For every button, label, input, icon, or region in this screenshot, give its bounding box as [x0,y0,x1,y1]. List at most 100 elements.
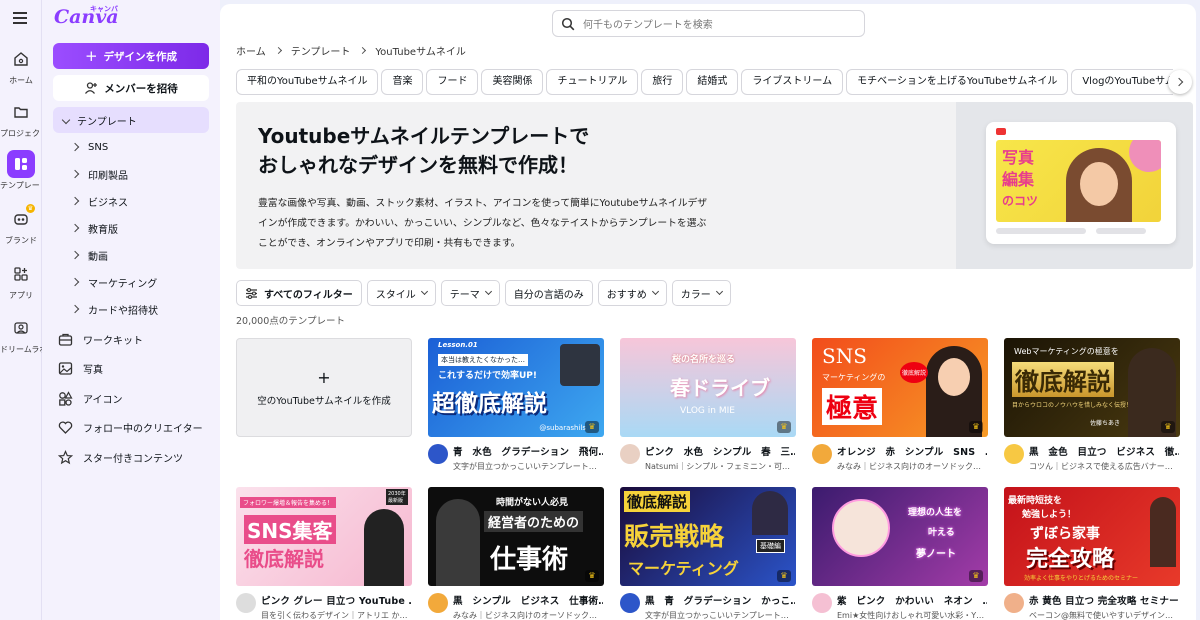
template-thumbnail[interactable]: Lesson.01 本当は教えたくなかった… これするだけで効率UP! 超徹底解… [428,338,604,437]
template-card[interactable]: フォロワー爆増＆報告を集める！ 2030年最新版 SNS集客 徹底解説 ピンク … [236,487,412,620]
chip-vlog[interactable]: VlogのYouTubeサムネイル [1071,69,1173,95]
rail-item-projects[interactable]: プロジェクト [0,98,42,139]
creator-avatar[interactable] [1004,593,1024,613]
template-card[interactable]: 理想の人生を 叶える 夢ノート ♛ 紫 ピンク かわいい ネオン … Emi★女性… [812,487,988,620]
card-creator[interactable]: ベーコン@無料で使いやすいデザイン… [1029,610,1179,620]
chip-travel[interactable]: 旅行 [641,69,684,95]
rail-item-brand[interactable]: ♛ ブランド [0,204,42,246]
card-creator[interactable]: みなみ｜ビジネス向けのオーソドック… [453,610,603,620]
filter-color[interactable]: カラー [671,280,731,306]
template-thumbnail[interactable]: 桜の名所を巡る 春ドライブ VLOG in MIE ♛ [620,338,796,437]
template-card[interactable]: Webマーケティングの極意を 徹底解説 目からウロコのノウハウを惜しみなく伝授！… [1004,338,1180,472]
thumb-text: 春ドライブ [670,376,770,400]
pink-shape [1129,140,1161,172]
template-thumbnail[interactable]: 徹底解説 販売戦略 マーケティング 基礎編 ♛ [620,487,796,586]
filter-my-language[interactable]: 自分の言語のみ [504,280,593,306]
template-thumbnail[interactable]: 時間がない人必見 経営者のための 仕事術 ♛ [428,487,604,586]
create-design-button[interactable]: + デザインを作成 [53,43,209,69]
chevron-down-icon [715,287,723,296]
sidebar-item-starred[interactable]: スター付きコンテンツ [58,446,183,468]
creator-avatar[interactable] [812,444,832,464]
card-title: 青 水色 グラデーション 飛何… [453,447,603,458]
creator-avatar[interactable] [236,593,256,613]
chip-livestream[interactable]: ライブストリーム [741,69,844,95]
card-meta: 黒 金色 目立つ ビジネス 徹… コツん｜ビジネスで使える広告バナー… [1004,444,1180,472]
breadcrumb-templates[interactable]: テンプレート [291,43,351,58]
category-chips: 平和のYouTubeサムネイル 音楽 フード 美容関係 チュートリアル 旅行 結婚式 ライブス… [236,69,1173,97]
card-creator[interactable]: コツん｜ビジネスで使える広告バナー… [1029,461,1179,472]
star-icon [58,449,73,464]
premium-crown-icon: ♛ [777,570,791,582]
filter-label: テーマ [449,289,480,301]
template-card[interactable]: Lesson.01 本当は教えたくなかった… これするだけで効率UP! 超徹底解… [428,338,604,472]
rail-item-templates[interactable]: テンプレート [0,150,42,191]
creator-avatar[interactable] [428,593,448,613]
creator-avatar[interactable] [620,444,640,464]
chip-motivation[interactable]: モチベーションを上げるYouTubeサムネイル [846,69,1069,95]
sidebar-item-templates[interactable]: テンプレート [53,107,209,133]
card-creator[interactable]: みなみ｜ビジネス向けのオーソドック… [837,461,987,472]
sidebar-category-print[interactable]: 印刷製品 [70,164,128,184]
template-thumbnail[interactable]: SNS マーケティングの 極意 徹底解説 ♛ [812,338,988,437]
template-card[interactable]: 徹底解説 販売戦略 マーケティング 基礎編 ♛ 黒 青 グラデーション かっこ…… [620,487,796,620]
chip-tutorial[interactable]: チュートリアル [546,69,639,95]
chip-beauty[interactable]: 美容関係 [481,69,544,95]
template-thumbnail[interactable]: Webマーケティングの極意を 徹底解説 目からウロコのノウハウを惜しみなく伝授！… [1004,338,1180,437]
breadcrumb-home[interactable]: ホーム [236,43,266,58]
card-creator[interactable]: 文字が目立つかっこいいテンプレート… [645,610,795,620]
thumb-text: これするだけで効率UP! [438,371,538,381]
chip-wedding[interactable]: 結婚式 [686,69,739,95]
category-label: マーケティング [88,278,158,290]
chip-music[interactable]: 音楽 [381,69,424,95]
sidebar-item-workkit[interactable]: ワークキット [58,328,143,350]
card-title: オレンジ 赤 シンプル SNS … [837,447,987,458]
create-blank-thumbnail-card[interactable]: + 空のYouTubeサムネイルを作成 [236,338,412,437]
creator-avatar[interactable] [428,444,448,464]
sidebar-category-marketing[interactable]: マーケティング [70,272,158,292]
template-card[interactable]: 桜の名所を巡る 春ドライブ VLOG in MIE ♛ ピンク 水色 シンプル … [620,338,796,472]
template-thumbnail[interactable]: フォロワー爆増＆報告を集める！ 2030年最新版 SNS集客 徹底解説 [236,487,412,586]
rail-item-dream-lab[interactable]: ドリームラボ [0,314,42,355]
card-creator[interactable]: 文字が目立つかっこいいテンプレート… [453,461,603,472]
template-card[interactable]: 最新時短技を 勉強しよう！ ずぼら家事 完全攻略 効率よく仕事をやりとげるための… [1004,487,1180,620]
rail-item-apps[interactable]: アプリ [0,260,42,301]
sidebar-category-sns[interactable]: SNS [70,137,108,157]
sidebar-item-photos[interactable]: 写真 [58,357,103,379]
chip-peace[interactable]: 平和のYouTubeサムネイル [236,69,379,95]
hero-title-line1: Youtubeサムネイルテンプレートで [258,124,590,148]
chips-next-button[interactable] [1168,70,1192,94]
invite-members-button[interactable]: メンバーを招待 [53,75,209,101]
plus-icon: + [317,368,331,387]
filter-recommended[interactable]: おすすめ [597,280,667,306]
creator-avatar[interactable] [812,593,832,613]
sidebar-category-business[interactable]: ビジネス [70,191,128,211]
template-thumbnail[interactable]: 理想の人生を 叶える 夢ノート ♛ [812,487,988,586]
sidebar-category-education[interactable]: 教育版 [70,218,118,238]
menu-icon[interactable] [13,12,27,24]
brand-icon: ♛ [7,204,35,233]
chip-food[interactable]: フード [426,69,479,95]
sidebar-item-icons[interactable]: アイコン [58,387,123,409]
sidebar-item-followed-creators[interactable]: フォロー中のクリエイター [58,416,203,438]
create-blank-label: 空のYouTubeサムネイルを作成 [257,396,391,407]
creator-avatar[interactable] [620,593,640,613]
rail-item-home[interactable]: ホーム [0,45,42,86]
card-creator[interactable]: Emi★女性向けおしゃれ可愛い水彩・Y… [837,610,987,620]
all-filters-button[interactable]: すべてのフィルター [236,280,362,306]
filter-theme[interactable]: テーマ [440,280,500,306]
template-thumbnail[interactable]: 最新時短技を 勉強しよう！ ずぼら家事 完全攻略 効率よく仕事をやりとげるための… [1004,487,1180,586]
template-card[interactable]: 時間がない人必見 経営者のための 仕事術 ♛ 黒 シンプル ビジネス 仕事術… み… [428,487,604,620]
rail-label: ホーム [9,76,33,85]
filter-style[interactable]: スタイル [366,280,436,306]
search-input[interactable]: 何千ものテンプレートを検索 [552,10,865,37]
sidebar-category-video[interactable]: 動画 [70,245,108,265]
creator-avatar[interactable] [1004,444,1024,464]
premium-crown-icon: ♛ [777,421,791,433]
sidebar-category-cards[interactable]: カードや招待状 [70,299,158,319]
card-creator[interactable]: 目を引く伝わるデザイン｜アトリエ か… [261,610,411,620]
photo-icon [58,361,73,375]
template-card[interactable]: SNS マーケティングの 極意 徹底解説 ♛ オレンジ 赤 シンプル SNS …… [812,338,988,472]
hero-image-text-3: のコツ [1002,194,1039,208]
card-creator[interactable]: Natsumi｜シンプル・フェミニン・可… [645,461,795,472]
thumb-text: Lesson.01 [438,341,478,349]
